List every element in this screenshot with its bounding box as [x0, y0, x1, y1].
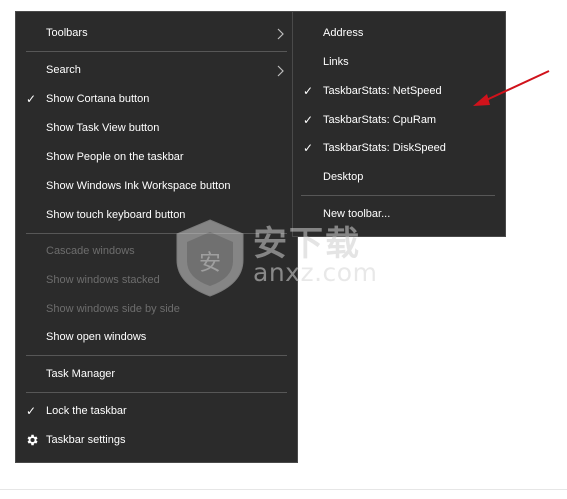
- menu-item-cascade-windows: Cascade windows: [16, 237, 297, 266]
- toolbars-submenu: Address Links ✓ TaskbarStats: NetSpeed ✓…: [292, 11, 506, 237]
- menu-item-label: Show Windows Ink Workspace button: [46, 180, 231, 192]
- checkmark-icon: ✓: [26, 404, 37, 418]
- menu-item-label: Lock the taskbar: [46, 405, 127, 417]
- menu-separator: [26, 51, 287, 52]
- menu-separator: [26, 355, 287, 356]
- menu-separator: [26, 392, 287, 393]
- submenu-item-desktop[interactable]: Desktop: [293, 163, 505, 192]
- menu-item-lock-taskbar[interactable]: ✓ Lock the taskbar: [16, 397, 297, 426]
- menu-item-label: Taskbar settings: [46, 434, 126, 446]
- menu-item-show-windows-side-by-side: Show windows side by side: [16, 295, 297, 324]
- menu-separator: [26, 233, 287, 234]
- submenu-item-label: Address: [323, 27, 364, 39]
- menu-item-taskbar-settings[interactable]: Taskbar settings: [16, 426, 297, 455]
- checkmark-icon: ✓: [303, 84, 314, 98]
- menu-item-label: Show People on the taskbar: [46, 151, 184, 163]
- menu-item-label: Show touch keyboard button: [46, 209, 186, 221]
- menu-item-label: Search: [46, 64, 81, 76]
- annotation-arrow-icon: [473, 70, 550, 106]
- submenu-item-label: TaskbarStats: NetSpeed: [323, 85, 442, 97]
- page-divider: [0, 489, 567, 490]
- menu-item-label: Toolbars: [46, 27, 88, 39]
- gear-icon: [27, 434, 38, 446]
- menu-item-show-cortana[interactable]: ✓ Show Cortana button: [16, 85, 297, 114]
- submenu-item-address[interactable]: Address: [293, 19, 505, 48]
- menu-item-show-windows-stacked: Show windows stacked: [16, 266, 297, 295]
- menu-item-show-people[interactable]: Show People on the taskbar: [16, 143, 297, 172]
- submenu-item-label: TaskbarStats: DiskSpeed: [323, 142, 446, 154]
- menu-item-label: Cascade windows: [46, 245, 135, 257]
- menu-item-label: Show open windows: [46, 331, 147, 343]
- menu-item-label: Show Task View button: [46, 122, 160, 134]
- chevron-right-icon: [277, 65, 284, 77]
- menu-item-label: Show Cortana button: [46, 93, 150, 105]
- menu-separator: [301, 195, 495, 196]
- menu-item-show-open-windows[interactable]: Show open windows: [16, 323, 297, 352]
- submenu-item-label: Desktop: [323, 171, 364, 183]
- checkmark-icon: ✓: [303, 141, 314, 155]
- menu-item-label: Show windows stacked: [46, 274, 160, 286]
- menu-item-search[interactable]: Search: [16, 56, 297, 85]
- submenu-item-label: New toolbar...: [323, 208, 391, 220]
- checkmark-icon: ✓: [26, 92, 37, 106]
- menu-item-show-task-view[interactable]: Show Task View button: [16, 114, 297, 143]
- menu-item-show-touch-keyboard[interactable]: Show touch keyboard button: [16, 201, 297, 230]
- taskbar-context-menu: Toolbars Search ✓ Show Cortana button Sh…: [15, 11, 298, 463]
- menu-item-label: Task Manager: [46, 368, 116, 380]
- submenu-item-diskspeed[interactable]: ✓ TaskbarStats: DiskSpeed: [293, 134, 505, 163]
- submenu-item-label: Links: [323, 56, 349, 68]
- menu-item-toolbars[interactable]: Toolbars: [16, 19, 297, 48]
- menu-item-label: Show windows side by side: [46, 303, 180, 315]
- chevron-right-icon: [277, 28, 284, 40]
- checkmark-icon: ✓: [303, 113, 314, 127]
- menu-item-task-manager[interactable]: Task Manager: [16, 360, 297, 389]
- menu-item-show-ink-workspace[interactable]: Show Windows Ink Workspace button: [16, 172, 297, 201]
- submenu-item-cpuram[interactable]: ✓ TaskbarStats: CpuRam: [293, 106, 505, 135]
- submenu-item-label: TaskbarStats: CpuRam: [323, 114, 437, 126]
- submenu-item-new-toolbar[interactable]: New toolbar...: [293, 200, 505, 229]
